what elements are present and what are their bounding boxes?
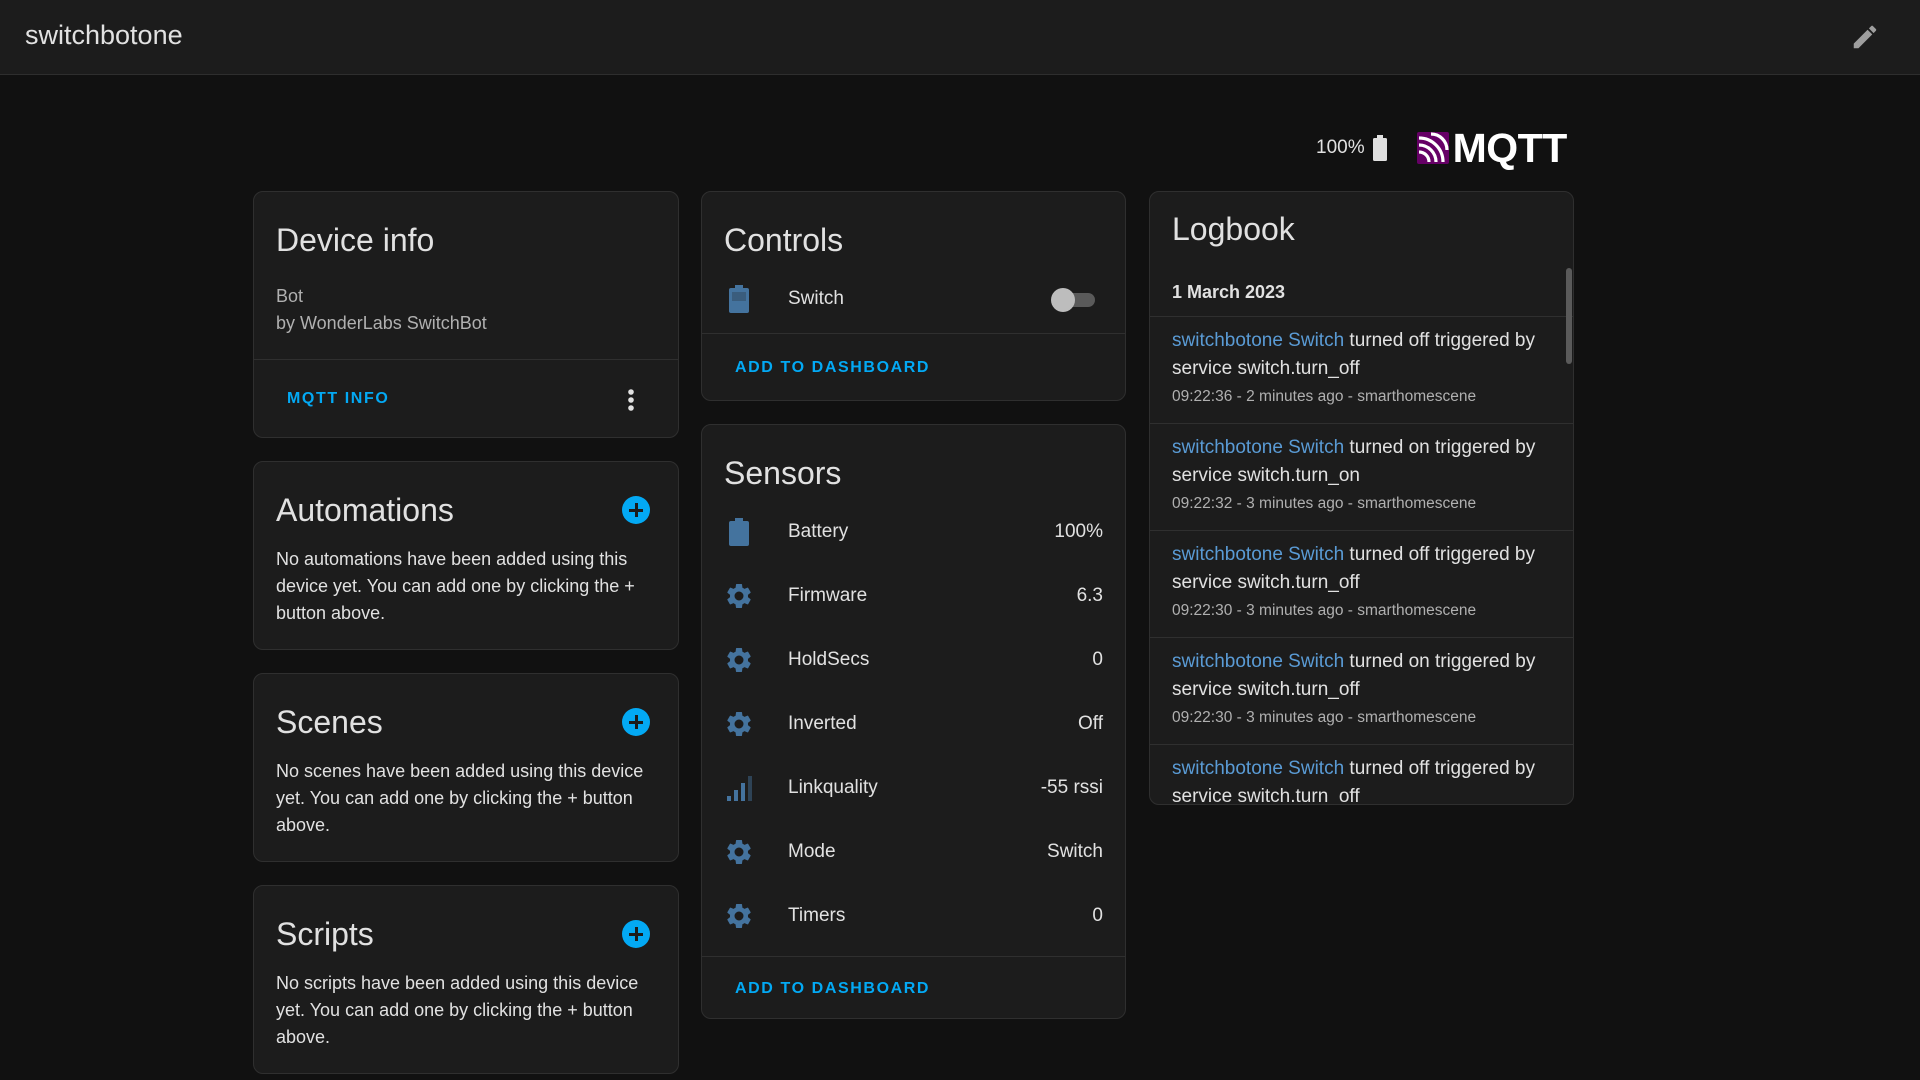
- log-entry: switchbotone Switch turned off triggered…: [1150, 317, 1573, 424]
- scenes-card: Scenes No scenes have been added using t…: [253, 673, 679, 862]
- sensor-value: Switch: [1047, 841, 1103, 862]
- sensor-label: Linkquality: [788, 777, 878, 798]
- gear-icon: [727, 903, 751, 928]
- sensor-label: HoldSecs: [788, 649, 870, 670]
- sensor-row-inverted[interactable]: Inverted Off: [702, 692, 1125, 756]
- scenes-empty-text: No scenes have been added using this dev…: [276, 761, 644, 835]
- automations-empty-text: No automations have been added using thi…: [276, 549, 635, 623]
- log-entry: switchbotone Switch turned off triggered…: [1150, 531, 1573, 638]
- gear-icon: [727, 711, 751, 736]
- log-entry: switchbotone Switch turned on triggered …: [1150, 638, 1573, 745]
- log-entry-meta: 09:22:32 - 3 minutes ago - smarthomescen…: [1172, 495, 1477, 512]
- log-entity-link[interactable]: switchbotone Switch: [1172, 544, 1344, 565]
- log-entry-meta: 09:22:36 - 2 minutes ago - smarthomescen…: [1172, 388, 1477, 405]
- log-entity-link[interactable]: switchbotone Switch: [1172, 758, 1344, 779]
- sensor-row-mode[interactable]: Mode Switch: [702, 820, 1125, 884]
- sensor-label: Inverted: [788, 713, 857, 734]
- sensors-add-to-dashboard-button[interactable]: ADD TO DASHBOARD: [735, 980, 930, 998]
- battery-percent: 100%: [1316, 137, 1365, 158]
- sensor-row-battery[interactable]: Battery 100%: [702, 500, 1125, 564]
- log-entry: switchbotone Switch turned on triggered …: [1150, 424, 1573, 531]
- sensor-value: 6.3: [1076, 585, 1103, 606]
- log-entity-link[interactable]: switchbotone Switch: [1172, 330, 1344, 351]
- device-model: Bot: [276, 286, 304, 306]
- battery-icon: [1372, 135, 1387, 161]
- sensor-label: Battery: [788, 521, 849, 542]
- device-info-title: Device info: [276, 222, 435, 258]
- gear-icon: [727, 647, 751, 672]
- add-automation-button[interactable]: [622, 496, 650, 524]
- log-entry-meta: 09:22:30 - 3 minutes ago - smarthomescen…: [1172, 709, 1477, 726]
- add-scene-button[interactable]: [622, 708, 650, 736]
- device-manufacturer: by WonderLabs SwitchBot: [276, 313, 487, 333]
- mqtt-logo: MQTT: [1416, 124, 1568, 172]
- control-row-switch[interactable]: Switch: [702, 267, 1125, 331]
- switch-toggle[interactable]: [1051, 288, 1097, 312]
- sensor-value: 0: [1092, 649, 1103, 670]
- mqtt-waves-icon: [1416, 132, 1449, 164]
- sensor-label: Mode: [788, 841, 836, 862]
- sensor-value: 0: [1092, 905, 1103, 926]
- controls-card: Controls Switch ADD TO DASHBOARD: [701, 191, 1126, 401]
- sensor-row-firmware[interactable]: Firmware 6.3: [702, 564, 1125, 628]
- sensor-row-timers[interactable]: Timers 0: [702, 884, 1125, 948]
- scripts-card: Scripts No scripts have been added using…: [253, 885, 679, 1074]
- sensors-title: Sensors: [724, 455, 842, 491]
- gear-icon: [727, 839, 751, 864]
- scenes-title: Scenes: [276, 704, 383, 740]
- control-switch-label: Switch: [788, 288, 844, 309]
- sensor-row-linkquality[interactable]: Linkquality -55 rssi: [702, 756, 1125, 820]
- controls-title: Controls: [724, 222, 844, 258]
- sensor-value: 100%: [1054, 521, 1103, 542]
- logbook-title: Logbook: [1172, 211, 1295, 247]
- mqtt-logo-text: MQTT: [1452, 124, 1568, 171]
- scripts-title: Scripts: [276, 916, 374, 952]
- automations-card: Automations No automations have been add…: [253, 461, 679, 650]
- device-info-card: Device info Bot by WonderLabs SwitchBot …: [253, 191, 679, 438]
- sensor-label: Firmware: [788, 585, 868, 606]
- page-title: switchbotone: [25, 20, 183, 50]
- mqtt-info-button[interactable]: MQTT INFO: [287, 390, 389, 408]
- log-entry: switchbotone Switch turned off triggered…: [1150, 745, 1573, 804]
- gear-icon: [727, 583, 751, 608]
- log-entity-link[interactable]: switchbotone Switch: [1172, 651, 1344, 672]
- sensors-card: Sensors Battery 100% Firmware 6.3 HoldSe…: [701, 424, 1126, 1019]
- sensor-label: Timers: [788, 905, 846, 926]
- sensor-value: -55 rssi: [1040, 777, 1103, 798]
- logbook-card: Logbook 1 March 2023 switchbotone Switch…: [1149, 191, 1574, 805]
- logbook-date: 1 March 2023: [1172, 282, 1286, 302]
- signal-icon: [727, 776, 752, 801]
- pencil-icon[interactable]: [1850, 22, 1880, 52]
- battery-icon: [729, 518, 749, 546]
- logbook-scrollbar[interactable]: [1566, 268, 1572, 364]
- battery-icon: [729, 285, 749, 313]
- log-entry-meta: 09:22:30 - 3 minutes ago - smarthomescen…: [1172, 602, 1477, 619]
- automations-title: Automations: [276, 492, 454, 528]
- sensor-row-holdsecs[interactable]: HoldSecs 0: [702, 628, 1125, 692]
- log-entity-link[interactable]: switchbotone Switch: [1172, 437, 1344, 458]
- top-app-bar: switchbotone: [0, 0, 1920, 75]
- scripts-empty-text: No scripts have been added using this de…: [276, 973, 639, 1047]
- controls-add-to-dashboard-button[interactable]: ADD TO DASHBOARD: [735, 359, 930, 377]
- sensor-value: Off: [1078, 713, 1103, 734]
- more-options-icon[interactable]: [627, 388, 635, 412]
- add-script-button[interactable]: [622, 920, 650, 948]
- device-header: 100% MQTT: [1316, 124, 1568, 172]
